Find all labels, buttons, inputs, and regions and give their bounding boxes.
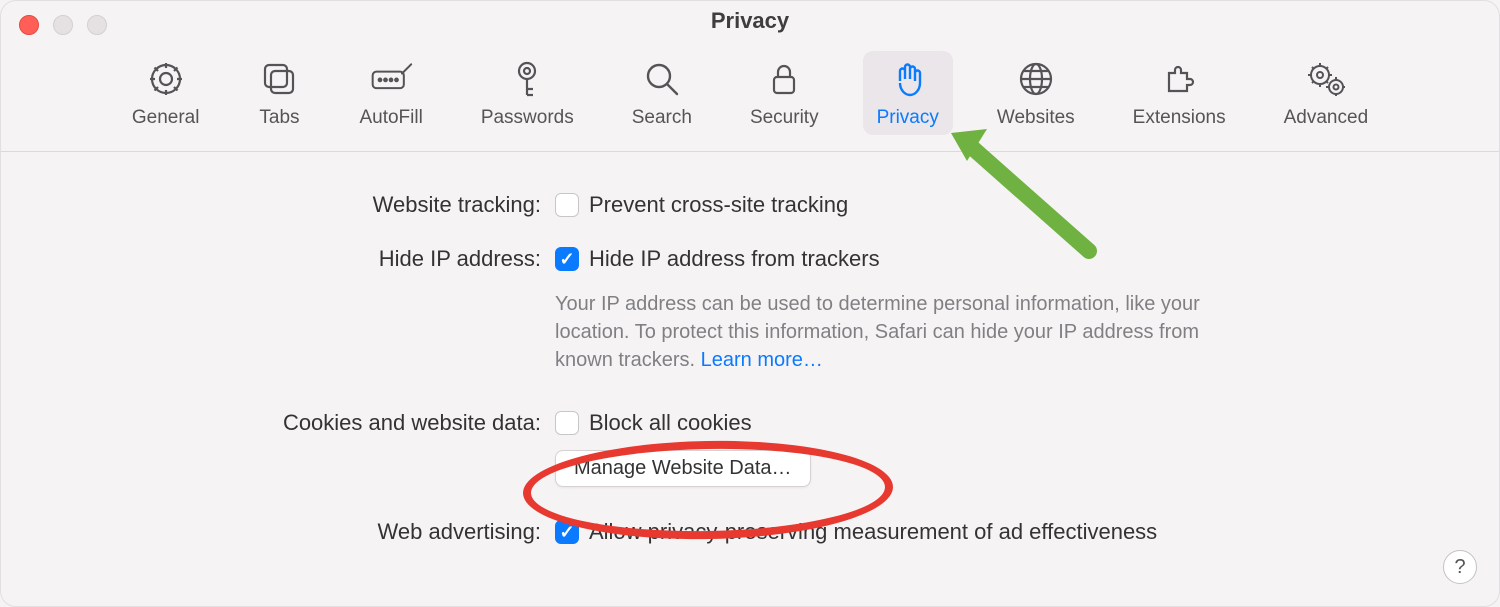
tab-label: Security	[750, 107, 819, 129]
label-website-tracking: Website tracking:	[1, 190, 555, 220]
preferences-window: Privacy General Tabs	[0, 0, 1500, 607]
tab-label: Extensions	[1133, 107, 1226, 129]
tab-search[interactable]: Search	[618, 51, 706, 135]
lock-icon	[762, 57, 806, 101]
hand-icon	[886, 57, 930, 101]
autofill-icon	[369, 57, 413, 101]
preferences-toolbar: General Tabs A	[1, 41, 1499, 152]
learn-more-link[interactable]: Learn more…	[701, 349, 823, 371]
checkbox-hide-ip-from-trackers[interactable]	[555, 247, 579, 271]
minimize-window-button[interactable]	[53, 15, 73, 35]
tab-label: Advanced	[1284, 107, 1369, 129]
titlebar: Privacy	[1, 1, 1499, 41]
window-title: Privacy	[711, 8, 789, 33]
tab-label: Websites	[997, 107, 1075, 129]
row-hide-ip: Hide IP address: Hide IP address from tr…	[1, 244, 1499, 374]
tab-passwords[interactable]: Passwords	[467, 51, 588, 135]
label-cookies: Cookies and website data:	[1, 408, 555, 438]
tab-label: Search	[632, 107, 692, 129]
checkbox-allow-ad-measurement[interactable]	[555, 520, 579, 544]
tab-label: Tabs	[259, 107, 299, 129]
tab-tabs[interactable]: Tabs	[243, 51, 315, 135]
tab-extensions[interactable]: Extensions	[1119, 51, 1240, 135]
checkbox-prevent-cross-site-tracking[interactable]	[555, 193, 579, 217]
tab-label: Passwords	[481, 107, 574, 129]
row-web-advertising: Web advertising: Allow privacy-preservin…	[1, 517, 1499, 547]
label-web-advertising: Web advertising:	[1, 517, 555, 547]
tab-autofill[interactable]: AutoFill	[345, 51, 436, 135]
tab-label: General	[132, 107, 200, 129]
hide-ip-description: Your IP address can be used to determine…	[555, 290, 1255, 374]
row-cookies: Cookies and website data: Block all cook…	[1, 408, 1499, 487]
tab-websites[interactable]: Websites	[983, 51, 1089, 135]
puzzle-icon	[1157, 57, 1201, 101]
tab-advanced[interactable]: Advanced	[1270, 51, 1383, 135]
tab-label: AutoFill	[359, 107, 422, 129]
key-icon	[505, 57, 549, 101]
privacy-pane: Website tracking: Prevent cross-site tra…	[1, 152, 1499, 547]
option-prevent-cross-site-tracking: Prevent cross-site tracking	[589, 190, 848, 220]
tab-label: Privacy	[877, 107, 939, 129]
manage-website-data-button[interactable]: Manage Website Data…	[555, 450, 811, 487]
window-controls	[19, 15, 107, 35]
option-allow-ad-measurement: Allow privacy-preserving measurement of …	[589, 517, 1157, 547]
help-button[interactable]: ?	[1443, 550, 1477, 584]
tab-general[interactable]: General	[118, 51, 214, 135]
tab-privacy[interactable]: Privacy	[863, 51, 953, 135]
gear-icon	[144, 57, 188, 101]
option-block-all-cookies: Block all cookies	[589, 408, 752, 438]
tab-security[interactable]: Security	[736, 51, 833, 135]
close-window-button[interactable]	[19, 15, 39, 35]
globe-icon	[1014, 57, 1058, 101]
gears-icon	[1304, 57, 1348, 101]
search-icon	[640, 57, 684, 101]
option-hide-ip-from-trackers: Hide IP address from trackers	[589, 244, 880, 274]
zoom-window-button[interactable]	[87, 15, 107, 35]
tabs-icon	[257, 57, 301, 101]
label-hide-ip: Hide IP address:	[1, 244, 555, 274]
checkbox-block-all-cookies[interactable]	[555, 411, 579, 435]
row-website-tracking: Website tracking: Prevent cross-site tra…	[1, 190, 1499, 220]
